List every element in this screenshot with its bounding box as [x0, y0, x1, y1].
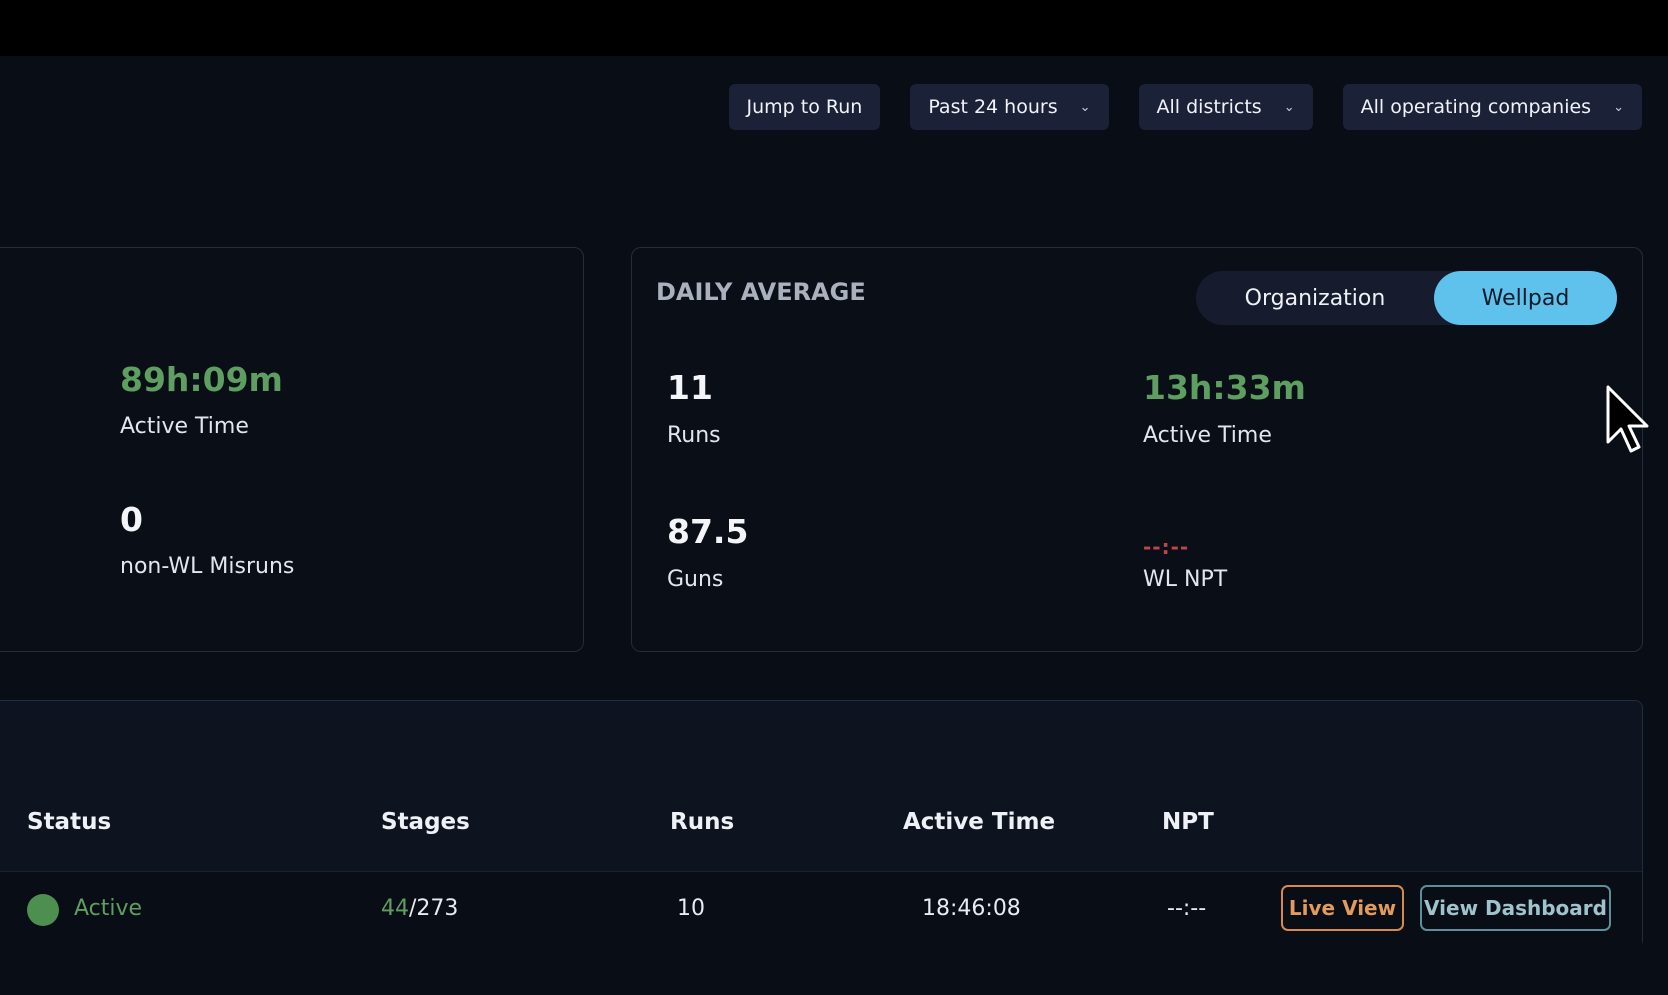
- header-active-time: Active Time: [903, 809, 1056, 835]
- runs-label: Runs: [667, 423, 721, 448]
- header-npt: NPT: [1162, 809, 1214, 835]
- top-bar: [0, 0, 1668, 56]
- active-time-label: Active Time: [120, 414, 249, 439]
- guns-label: Guns: [667, 567, 724, 592]
- chevron-down-icon: ⌄: [1079, 99, 1091, 115]
- district-dropdown[interactable]: All districts ⌄: [1138, 84, 1313, 130]
- active-time-cell: 18:46:08: [922, 896, 1021, 921]
- time-range-value: Past 24 hours: [928, 96, 1058, 118]
- live-view-button[interactable]: Live View: [1281, 885, 1404, 931]
- status-dot-icon: [27, 894, 59, 926]
- runs-cell: 10: [677, 896, 705, 921]
- district-value: All districts: [1156, 96, 1262, 118]
- status-text: Active: [74, 896, 143, 921]
- daily-average-title: DAILY AVERAGE: [656, 278, 866, 306]
- chevron-down-icon: ⌄: [1613, 99, 1624, 115]
- wl-npt-label: WL NPT: [1143, 567, 1228, 592]
- header-stages: Stages: [381, 809, 470, 835]
- runs-value: 11: [667, 368, 713, 407]
- jump-to-run-label: Jump to Run: [746, 96, 863, 118]
- guns-value: 87.5: [667, 512, 749, 551]
- scope-toggle: Organization Wellpad: [1196, 271, 1617, 325]
- toggle-organization[interactable]: Organization: [1196, 271, 1434, 325]
- jump-to-run-button[interactable]: Jump to Run: [728, 84, 881, 130]
- stages-done: 44: [381, 896, 409, 921]
- summary-card: 89h:09m Active Time 0 non-WL Misruns: [0, 247, 584, 652]
- company-value: All operating companies: [1360, 96, 1592, 118]
- misruns-value: 0: [120, 500, 143, 539]
- header-runs: Runs: [670, 809, 735, 835]
- runs-table: Status Stages Runs Active Time NPT Activ…: [0, 700, 1643, 948]
- misruns-label: non-WL Misruns: [120, 554, 295, 579]
- header-status: Status: [27, 809, 112, 835]
- chevron-down-icon: ⌄: [1283, 99, 1295, 115]
- table-row: Active 44/273 10 18:46:08 --:-- Live Vie…: [0, 871, 1642, 948]
- daily-active-time-label: Active Time: [1143, 423, 1272, 448]
- active-time-value: 89h:09m: [120, 360, 283, 399]
- company-dropdown[interactable]: All operating companies ⌄: [1342, 84, 1642, 130]
- time-range-dropdown[interactable]: Past 24 hours ⌄: [910, 84, 1109, 130]
- daily-average-card: DAILY AVERAGE Organization Wellpad 11 Ru…: [631, 247, 1643, 652]
- filter-bar: Jump to Run Past 24 hours ⌄ All district…: [728, 84, 1642, 130]
- stages-total: /273: [409, 896, 459, 921]
- npt-cell: --:--: [1167, 896, 1207, 921]
- stages-cell: 44/273: [381, 896, 458, 921]
- wl-npt-value: --:--: [1143, 535, 1190, 559]
- mouse-cursor-icon: [1606, 385, 1649, 453]
- toggle-wellpad[interactable]: Wellpad: [1434, 271, 1617, 325]
- daily-active-time-value: 13h:33m: [1143, 368, 1306, 407]
- view-dashboard-button[interactable]: View Dashboard: [1420, 885, 1611, 931]
